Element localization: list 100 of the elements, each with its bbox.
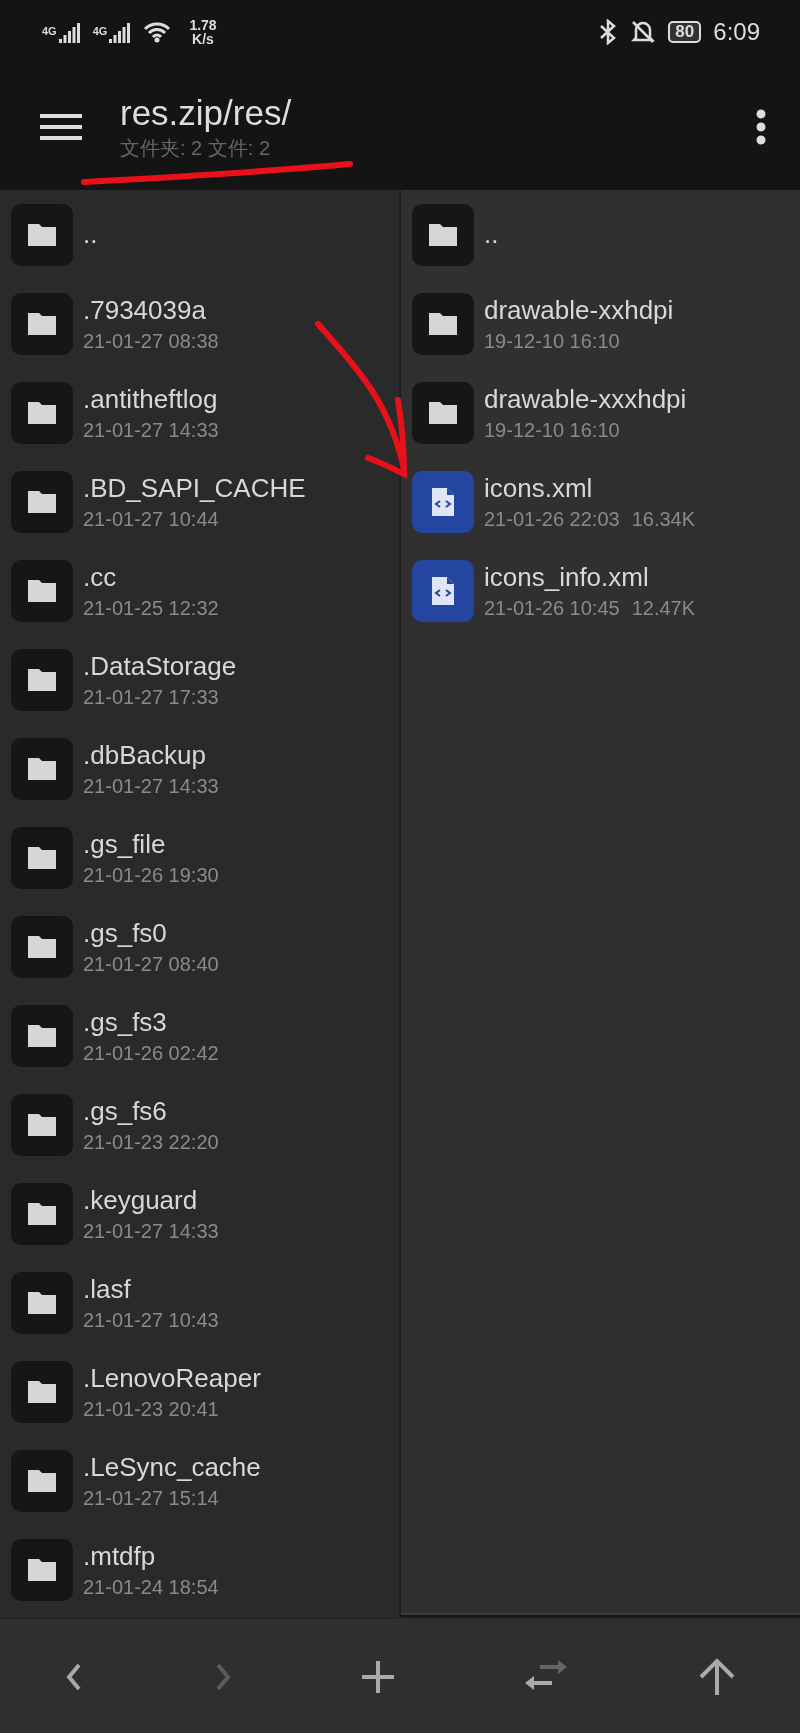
signal-icon: [109, 21, 132, 43]
file-size: 12.47K: [631, 596, 696, 620]
folder-icon: [11, 470, 73, 533]
file-row[interactable]: .keyguard 21-01-27 14:33: [0, 1169, 399, 1258]
file-name: .7934039a: [83, 294, 207, 326]
file-name: icons.xml: [484, 472, 594, 504]
folder-icon: [412, 203, 474, 266]
file-name: .gs_file: [83, 828, 167, 860]
file-date: 21-01-27 14:33: [83, 774, 219, 798]
file-date: 21-01-26 19:30: [83, 863, 219, 887]
up-arrow-icon: [697, 1658, 736, 1696]
file-name: .gs_fs0: [83, 917, 168, 949]
speed-unit: K/s: [192, 32, 214, 46]
menu-icon: [40, 113, 82, 141]
file-row[interactable]: .gs_file 21-01-26 19:30: [0, 813, 399, 902]
folder-icon: [11, 381, 73, 444]
file-name: .LeSync_cache: [83, 1451, 261, 1483]
file-date: 19-12-10 16:10: [484, 329, 620, 353]
more-icon: [756, 109, 766, 145]
file-row[interactable]: .gs_fs6 21-01-23 22:20: [0, 1080, 399, 1169]
file-name: .lasf: [83, 1273, 132, 1305]
network-speed: 1.78: [189, 18, 217, 32]
network-label: 4G: [92, 25, 108, 37]
file-date: 21-01-27 14:33: [83, 418, 219, 442]
file-size: 16.34K: [631, 507, 696, 531]
file-date: 19-12-10 16:10: [484, 418, 620, 442]
file-date: 21-01-27 10:43: [83, 1308, 219, 1332]
file-row[interactable]: .dbBackup 21-01-27 14:33: [0, 724, 399, 813]
file-row[interactable]: drawable-xxhdpi 19-12-10 16:10: [401, 279, 800, 368]
file-name: .BD_SAPI_CACHE: [83, 472, 306, 504]
folder-icon: [11, 826, 73, 889]
file-row[interactable]: .LeSync_cache 21-01-27 15:14: [0, 1436, 399, 1525]
file-name: .cc: [83, 561, 118, 593]
code-file-icon: [412, 470, 474, 533]
file-row[interactable]: .gs_fs3 21-01-26 02:42: [0, 991, 399, 1080]
file-row[interactable]: .LenovoReaper 21-01-23 20:41: [0, 1347, 399, 1436]
file-date: 21-01-23 20:41: [83, 1397, 219, 1421]
file-date: 21-01-24 18:54: [83, 1575, 219, 1599]
file-date: 21-01-23 22:20: [83, 1130, 219, 1154]
wifi-icon: [143, 21, 172, 43]
folder-icon: [412, 292, 474, 355]
file-name: .LenovoReaper: [83, 1362, 261, 1394]
file-row[interactable]: .gs_fs0 21-01-27 08:40: [0, 902, 399, 991]
file-row[interactable]: ..: [401, 190, 800, 279]
file-row[interactable]: .cc 21-01-25 12:32: [0, 546, 399, 635]
file-date: 21-01-27 08:38: [83, 329, 219, 353]
file-name: drawable-xxxhdpi: [484, 383, 687, 415]
file-date: 21-01-27 10:44: [83, 507, 219, 531]
file-row[interactable]: .antitheftlog 21-01-27 14:33: [0, 368, 399, 457]
folder-icon: [11, 648, 73, 711]
file-row[interactable]: .BD_SAPI_CACHE 21-01-27 10:44: [0, 457, 399, 546]
file-name: .dbBackup: [83, 739, 207, 771]
file-date: 21-01-27 17:33: [83, 685, 219, 709]
file-row[interactable]: .mtdfp 21-01-24 18:54: [0, 1525, 399, 1614]
file-row[interactable]: .DataStorage 21-01-27 17:33: [0, 635, 399, 724]
folder-icon: [11, 1360, 73, 1423]
network-label: 4G: [42, 25, 57, 37]
file-name: .gs_fs3: [83, 1006, 168, 1038]
file-row[interactable]: icons_info.xml 21-01-26 10:45 12.47K: [401, 546, 800, 635]
folder-icon: [11, 559, 73, 622]
file-date: 21-01-27 14:33: [83, 1219, 219, 1243]
add-icon: [360, 1660, 395, 1694]
file-name: drawable-xxhdpi: [484, 294, 674, 326]
folder-icon: [11, 737, 73, 800]
file-date: 21-01-26 22:03: [484, 507, 620, 531]
file-name: .antitheftlog: [83, 383, 219, 415]
file-date: 21-01-26 02:42: [83, 1041, 219, 1065]
muted-bell-icon: [630, 19, 657, 45]
file-row[interactable]: icons.xml 21-01-26 22:03 16.34K: [401, 457, 800, 546]
folder-count-subtitle: 文件夹: 2 文件: 2: [120, 135, 272, 161]
folder-icon: [11, 1093, 73, 1156]
folder-icon: [11, 203, 73, 266]
file-row[interactable]: .7934039a 21-01-27 08:38: [0, 279, 399, 368]
code-file-icon: [412, 559, 474, 622]
file-name: .gs_fs6: [83, 1095, 168, 1127]
file-name: icons_info.xml: [484, 561, 650, 593]
battery-level: 80: [668, 21, 702, 43]
file-row[interactable]: ..: [0, 190, 399, 279]
folder-icon: [11, 1182, 73, 1245]
file-date: 21-01-25 12:32: [83, 596, 219, 620]
file-name: ..: [484, 219, 499, 250]
file-date: 21-01-26 10:45: [484, 596, 620, 620]
file-row[interactable]: .lasf 21-01-27 10:43: [0, 1258, 399, 1347]
file-row[interactable]: drawable-xxxhdpi 19-12-10 16:10: [401, 368, 800, 457]
folder-icon: [11, 1004, 73, 1067]
file-name: ..: [83, 219, 98, 250]
folder-icon: [11, 1271, 73, 1334]
file-name: .DataStorage: [83, 650, 237, 682]
folder-icon: [11, 292, 73, 355]
file-date: 21-01-27 08:40: [83, 952, 219, 976]
file-name: .keyguard: [83, 1184, 199, 1216]
clock: 6:09: [713, 18, 760, 46]
signal-icon: [58, 21, 81, 43]
folder-icon: [11, 1449, 73, 1512]
folder-icon: [412, 381, 474, 444]
folder-icon: [11, 1538, 73, 1601]
menu-button[interactable]: [40, 113, 82, 141]
folder-icon: [11, 915, 73, 978]
folder-path-title: res.zip/res/: [120, 92, 293, 133]
file-date: 21-01-27 15:14: [83, 1486, 219, 1510]
